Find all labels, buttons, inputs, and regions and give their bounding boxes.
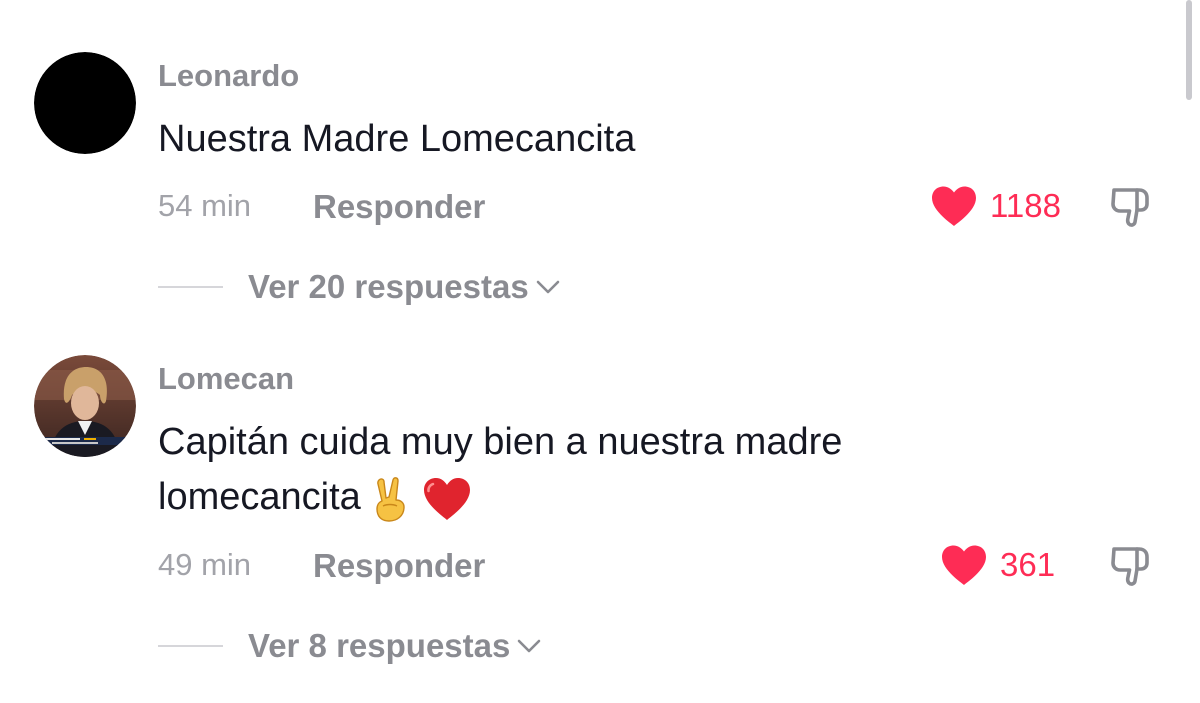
like-count: 361 bbox=[1000, 546, 1056, 583]
dislike-icon[interactable] bbox=[1106, 182, 1156, 232]
red-heart-emoji bbox=[423, 477, 470, 520]
comment-time: 54 min bbox=[158, 188, 252, 223]
like-count: 1188 bbox=[990, 187, 1061, 224]
avatar[interactable] bbox=[34, 52, 136, 154]
like-button[interactable]: 1188 bbox=[930, 184, 1061, 228]
comment-username[interactable]: Lomecan bbox=[158, 361, 294, 397]
dislike-icon[interactable] bbox=[1106, 541, 1156, 591]
view-replies-button[interactable]: Ver 20 respuestas bbox=[158, 265, 561, 309]
comment-meta: 49 min Responder 361 bbox=[158, 545, 1200, 587]
victory-hand-emoji bbox=[376, 477, 405, 522]
comment-text-line-1: Capitán cuida muy bien a nuestra madre bbox=[158, 421, 843, 463]
reply-button[interactable]: Responder bbox=[313, 188, 485, 226]
comment-text-line-2-text: lomecancita bbox=[158, 476, 361, 518]
scrollbar[interactable] bbox=[1186, 0, 1192, 100]
view-replies-label: Ver 8 respuestas bbox=[248, 627, 511, 664]
view-replies-label: Ver 20 respuestas bbox=[248, 268, 529, 305]
comment-time: 49 min bbox=[158, 547, 252, 582]
comment-text: Nuestra Madre Lomecancita bbox=[158, 118, 636, 160]
chevron-down-icon bbox=[518, 639, 541, 653]
reply-button[interactable]: Responder bbox=[313, 547, 485, 585]
avatar[interactable] bbox=[34, 355, 136, 457]
comment-username[interactable]: Leonardo bbox=[158, 58, 299, 94]
view-replies-button[interactable]: Ver 8 respuestas bbox=[158, 624, 542, 668]
comment-meta: 54 min Responder 1188 bbox=[158, 186, 1200, 228]
like-button[interactable]: 361 bbox=[940, 543, 1055, 587]
comment-text-line-2: lomecancita bbox=[158, 472, 1038, 522]
chevron-down-icon bbox=[536, 280, 560, 294]
replies-divider bbox=[158, 286, 223, 288]
heart-icon bbox=[942, 545, 986, 585]
replies-divider bbox=[158, 645, 223, 647]
scroll-fragment bbox=[380, 0, 440, 4]
heart-icon bbox=[932, 186, 976, 226]
